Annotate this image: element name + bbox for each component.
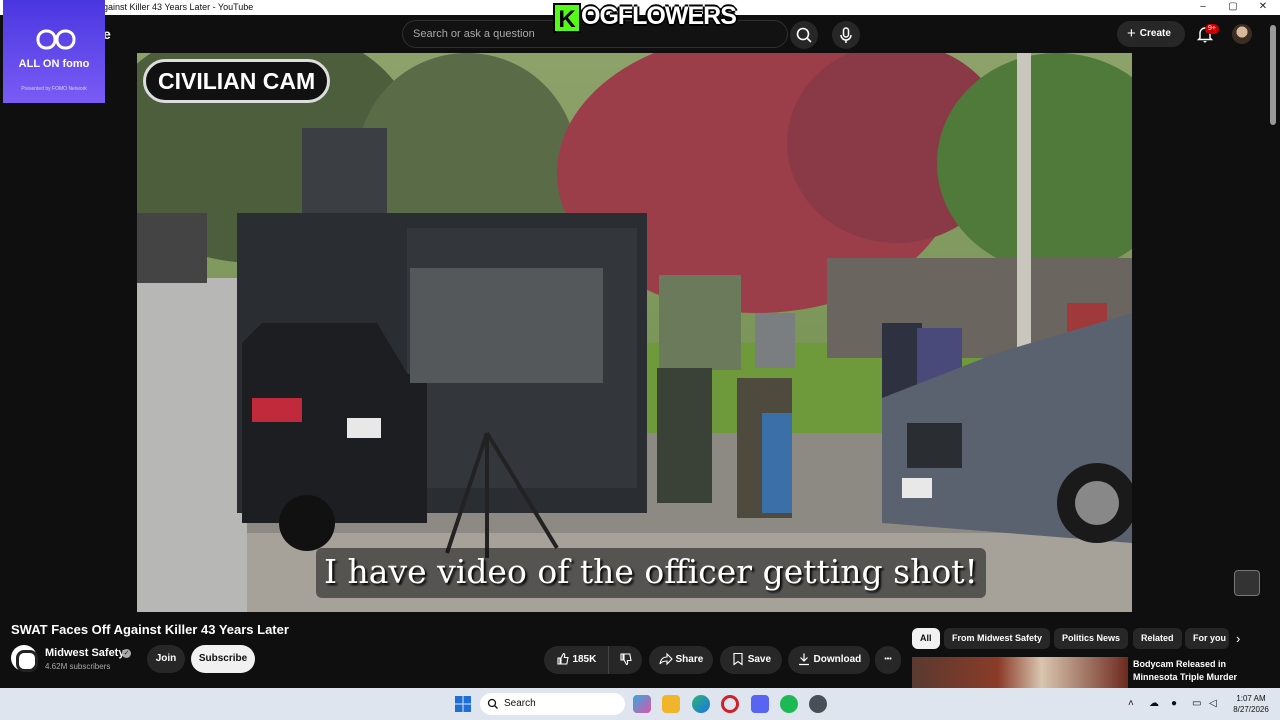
- chevron-up-icon[interactable]: ˄: [1128, 698, 1134, 709]
- close-window-button[interactable]: ✕: [1248, 0, 1278, 15]
- taskbar-search[interactable]: Search: [480, 693, 625, 715]
- taskbar-search-label: Search: [504, 698, 536, 709]
- chip-politics-news[interactable]: Politics News: [1054, 628, 1129, 649]
- like-button[interactable]: 185K: [544, 646, 608, 674]
- edge-icon[interactable]: [692, 695, 710, 713]
- microphone-tray-icon[interactable]: ●: [1171, 698, 1177, 709]
- download-button[interactable]: Download: [788, 646, 870, 674]
- video-player[interactable]: CIVILIAN CAM I have video of the officer…: [137, 53, 1132, 612]
- video-caption: I have video of the officer getting shot…: [316, 548, 986, 598]
- sub-goal-overlay: Sub Goal For Now For 14050/1500: [910, 0, 1175, 19]
- chevron-right-icon[interactable]: ›: [1236, 631, 1240, 646]
- file-explorer-icon[interactable]: [662, 695, 680, 713]
- page-scrollbar[interactable]: [1270, 25, 1276, 125]
- download-label: Download: [813, 654, 862, 665]
- opera-icon[interactable]: [721, 695, 739, 713]
- save-button[interactable]: Save: [720, 646, 782, 674]
- thumbs-down-icon: [619, 653, 632, 666]
- fomo-tagline: Presented by FOMO Network: [21, 86, 87, 92]
- cloud-icon[interactable]: ☁: [1149, 698, 1159, 709]
- search-button[interactable]: [790, 21, 818, 49]
- civilian-cam-badge: CIVILIAN CAM: [143, 59, 331, 103]
- clock-date: 8/27/2026: [1233, 705, 1269, 714]
- voice-search-button[interactable]: [832, 21, 860, 49]
- system-clock[interactable]: 1:07 AM 8/27/2026: [1228, 693, 1274, 715]
- chip-all[interactable]: All: [912, 628, 940, 649]
- save-label: Save: [747, 654, 772, 665]
- channel-avatar[interactable]: [11, 645, 38, 672]
- fomo-logo-icon: [36, 29, 76, 50]
- chip-from-channel[interactable]: From Midwest Safety: [944, 628, 1051, 649]
- create-label: Create: [1139, 28, 1171, 39]
- more-actions-button[interactable]: •••: [875, 646, 901, 674]
- related-video-thumbnail[interactable]: [912, 657, 1128, 689]
- subscribe-button[interactable]: Subscribe: [191, 645, 255, 673]
- kick-channel-name: OGFLOWERS: [581, 2, 737, 30]
- channel-name[interactable]: Midwest Safety: [45, 647, 124, 659]
- microphone-icon: [840, 27, 852, 43]
- related-video-title[interactable]: Bodycam Released in Minnesota Triple Mur…: [1133, 658, 1253, 684]
- discord-icon[interactable]: [751, 695, 769, 713]
- dislike-button[interactable]: [608, 646, 642, 674]
- share-button[interactable]: Share: [649, 646, 713, 674]
- copilot-icon[interactable]: [633, 695, 651, 713]
- verified-icon: ✓: [122, 649, 131, 658]
- thumbs-up-icon: [557, 653, 569, 665]
- like-count: 185K: [572, 654, 597, 665]
- download-icon: [798, 653, 809, 666]
- maximize-button[interactable]: ▢: [1218, 0, 1248, 15]
- kick-logo-icon: K: [553, 3, 581, 33]
- share-icon: [659, 653, 673, 666]
- windows-taskbar: Search ˄ ☁ ● ▭ ◁ 1:07 AM 8/27/2026: [0, 688, 1280, 720]
- notification-badge: 9+: [1205, 24, 1219, 34]
- fomo-overlay-logo: ALL ON fomo Presented by FOMO Network: [3, 0, 105, 103]
- create-button[interactable]: + Create: [1117, 21, 1185, 47]
- video-title: SWAT Faces Off Against Killer 43 Years L…: [11, 622, 289, 637]
- join-button[interactable]: Join: [147, 645, 185, 673]
- video-frame: [137, 53, 1132, 612]
- volume-icon[interactable]: ◁: [1209, 698, 1217, 709]
- obs-icon[interactable]: [809, 695, 827, 713]
- window-title: gainst Killer 43 Years Later - YouTube: [103, 2, 254, 12]
- network-icon[interactable]: ▭: [1192, 698, 1201, 709]
- search-icon: [796, 27, 812, 43]
- windows-start-icon[interactable]: [455, 696, 471, 712]
- chip-for-you[interactable]: For you: [1185, 628, 1229, 649]
- share-label: Share: [675, 654, 704, 665]
- account-avatar[interactable]: [1232, 24, 1252, 44]
- fomo-name: ALL ON fomo: [18, 58, 90, 70]
- channel-watermark-icon[interactable]: [1234, 570, 1260, 596]
- subscriber-count: 4.62M subscribers: [45, 662, 111, 671]
- minimize-button[interactable]: –: [1188, 0, 1218, 15]
- search-icon: [487, 698, 498, 709]
- spotify-icon[interactable]: [780, 695, 798, 713]
- search-input[interactable]: Search or ask a question: [413, 28, 535, 40]
- plus-icon: +: [1127, 25, 1136, 42]
- chip-related[interactable]: Related: [1133, 628, 1182, 649]
- bookmark-icon: [733, 653, 743, 666]
- clock-time: 1:07 AM: [1236, 694, 1266, 703]
